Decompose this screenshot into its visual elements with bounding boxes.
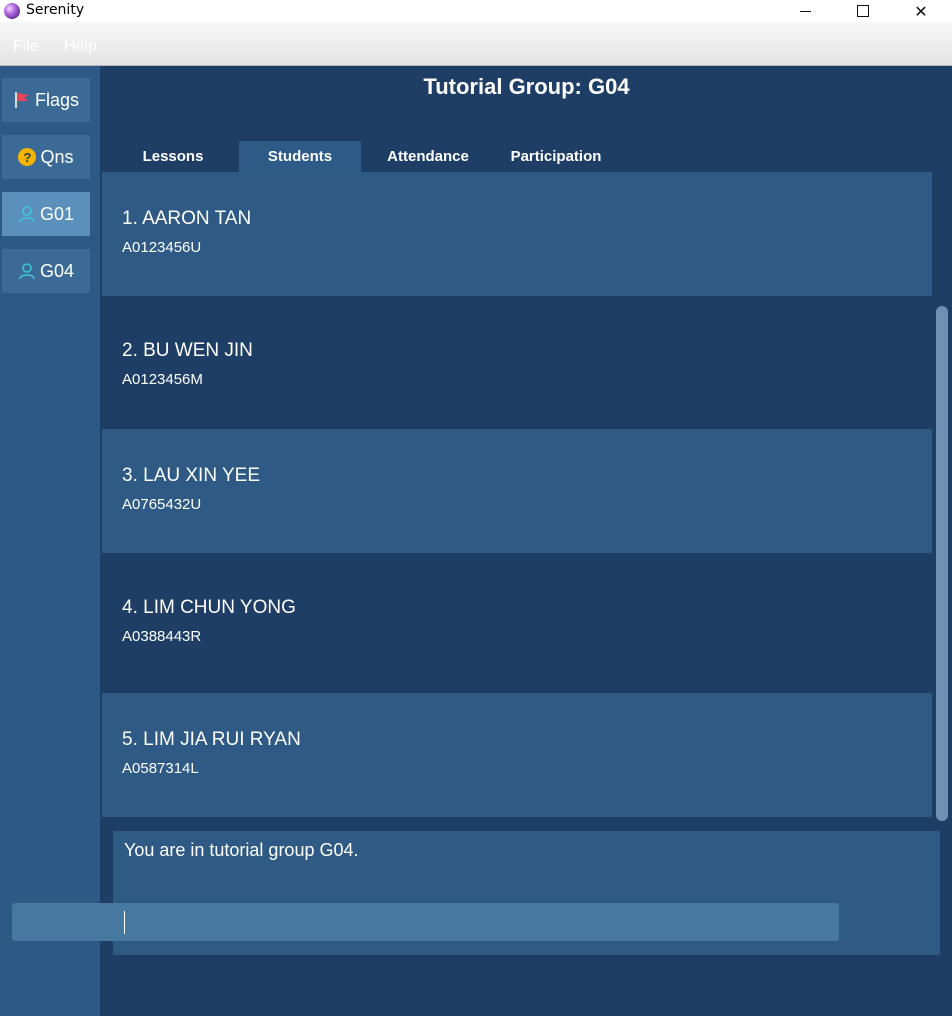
- close-button[interactable]: ✕: [892, 0, 950, 22]
- list-item[interactable]: 5. LIM JIA RUI RYAN A0587314L: [102, 693, 932, 817]
- student-name: 1. AARON TAN: [122, 208, 252, 229]
- maximize-button[interactable]: [834, 0, 892, 22]
- tab-attendance[interactable]: Attendance: [368, 141, 488, 172]
- sidebar-item-label: Flags: [34, 89, 79, 110]
- student-name: 5. LIM JIA RUI RYAN: [122, 729, 301, 750]
- sidebar-item-label: Qns: [40, 146, 74, 167]
- sidebar-item-g04[interactable]: G04: [2, 249, 90, 293]
- window-title: Serenity: [26, 2, 85, 18]
- question-icon: ?: [18, 148, 37, 166]
- tab-lessons[interactable]: Lessons: [116, 141, 230, 172]
- list-item[interactable]: 1. AARON TAN A0123456U: [102, 172, 932, 296]
- student-id: A0388443R: [122, 628, 202, 645]
- list-item[interactable]: 3. LAU XIN YEE A0765432U: [102, 429, 932, 553]
- student-name: 4. LIM CHUN YONG: [122, 597, 296, 618]
- sidebar: Flags ? Qns G01 G04: [0, 66, 100, 1016]
- person-icon: [18, 262, 36, 280]
- student-id: A0765432U: [122, 496, 202, 513]
- sidebar-item-qns[interactable]: ? Qns: [2, 135, 90, 179]
- text-caret: [124, 911, 125, 934]
- scrollbar-thumb[interactable]: [936, 306, 948, 821]
- close-icon: ✕: [914, 1, 928, 21]
- student-list[interactable]: 1. AARON TAN A0123456U 2. BU WEN JIN A01…: [102, 172, 932, 825]
- menu-bar: File Help: [0, 22, 952, 66]
- main-panel: Tutorial Group: G04 Lessons Students Att…: [101, 66, 952, 1016]
- maximize-icon: [857, 5, 869, 17]
- flag-icon: [13, 91, 31, 109]
- student-name: 2. BU WEN JIN: [122, 340, 253, 361]
- student-id: A0123456M: [122, 371, 203, 388]
- list-scrollbar[interactable]: [935, 306, 949, 821]
- command-input[interactable]: [12, 903, 839, 941]
- student-name: 3. LAU XIN YEE: [122, 465, 260, 486]
- menu-help[interactable]: Help: [64, 38, 97, 56]
- student-id: A0587314L: [122, 760, 199, 777]
- list-item[interactable]: 2. BU WEN JIN A0123456M: [102, 304, 932, 428]
- title-bar: Serenity ✕: [0, 0, 952, 22]
- minimize-button[interactable]: [776, 0, 834, 22]
- sidebar-item-flags[interactable]: Flags: [2, 78, 90, 122]
- menu-file[interactable]: File: [13, 38, 39, 56]
- sidebar-item-label: G01: [39, 203, 75, 224]
- tab-participation[interactable]: Participation: [496, 141, 616, 172]
- tab-students[interactable]: Students: [239, 141, 361, 172]
- student-id: A0123456U: [122, 239, 202, 256]
- list-item[interactable]: 4. LIM CHUN YONG A0388443R: [102, 561, 932, 685]
- app-logo-icon: [4, 3, 20, 19]
- sidebar-item-g01[interactable]: G01: [2, 192, 90, 236]
- page-title: Tutorial Group: G04: [423, 74, 630, 99]
- person-icon: [18, 205, 36, 223]
- sidebar-item-label: G04: [39, 260, 75, 281]
- minimize-icon: [799, 10, 811, 12]
